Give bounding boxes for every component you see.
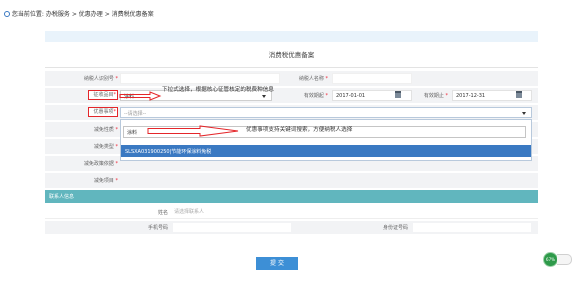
contact-name-label: 姓名 (157, 210, 168, 216)
contact-section-header: 联系人信息 (45, 190, 538, 203)
arrow-search (147, 125, 239, 137)
contact-name-input[interactable]: 请选择联系人 (172, 207, 302, 217)
contact-id-input[interactable] (412, 222, 532, 233)
arrow-dropdown (119, 91, 162, 101)
submit-button[interactable]: 提 交 (256, 257, 298, 270)
widget-panel (557, 254, 572, 265)
dropdown-annotation: 下拉式选择，根据核心征管核定的税费种信息 (162, 87, 274, 93)
search-annotation: 优惠事项支持关键词搜索，方便纳税人选择 (246, 127, 353, 133)
floating-status-widget[interactable]: 67% (543, 251, 573, 268)
arrow-dropdown-shape (119, 91, 162, 101)
annotation-arrows (119, 91, 239, 137)
arrow-search-shape (147, 125, 239, 137)
status-circle-icon: 67% (543, 252, 558, 267)
contact-phone-input[interactable] (172, 222, 292, 233)
contact-phone-label: 手机号码 (147, 225, 168, 231)
contact-id-label: 身份证号码 (382, 225, 408, 231)
